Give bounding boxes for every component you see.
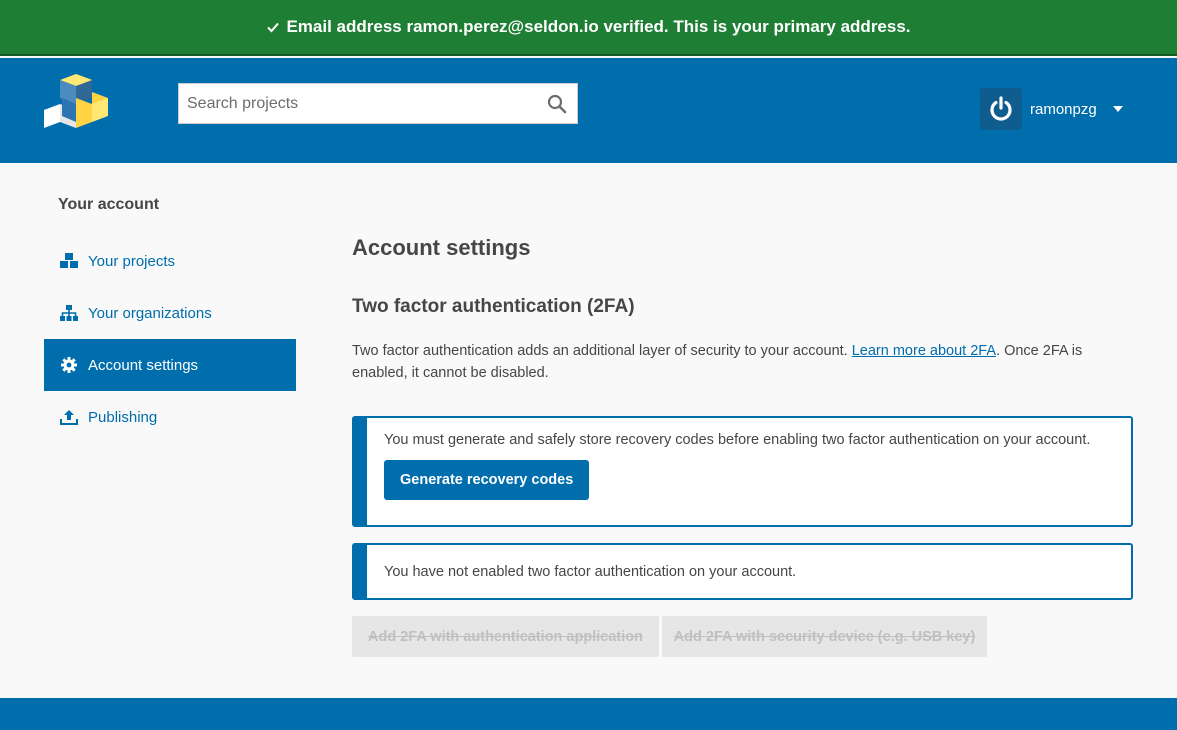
flash-banner: Email address ramon.perez@seldon.io veri… [0, 0, 1177, 56]
callout-text: You have not enabled two factor authenti… [384, 563, 797, 580]
twofa-buttons: Add 2FA with authentication application … [352, 616, 1133, 657]
gear-icon [59, 355, 79, 375]
section-title: Two factor authentication (2FA) [352, 296, 635, 317]
add-2fa-app-button[interactable]: Add 2FA with authentication application [352, 616, 659, 657]
sidebar-title: Your account [58, 196, 160, 213]
main-content: Account settings Two factor authenticati… [352, 230, 1133, 657]
site-header: ramonpzg [0, 58, 1177, 163]
sidebar-item-label: Account settings [88, 356, 199, 374]
sitemap-icon [59, 303, 79, 323]
sidebar-item-projects[interactable]: Your projects [44, 235, 296, 287]
account-sidebar: Your account Your projects Your organiza… [44, 190, 296, 443]
sidebar-item-label: Your projects [88, 252, 175, 270]
page-title: Account settings [352, 235, 531, 260]
upload-icon [59, 407, 79, 427]
sidebar-item-label: Publishing [88, 408, 158, 426]
sidebar-item-publishing[interactable]: Publishing [44, 391, 296, 443]
add-2fa-device-button[interactable]: Add 2FA with security device (e.g. USB k… [662, 616, 987, 657]
user-menu[interactable]: ramonpzg [980, 88, 1123, 130]
username: ramonpzg [1030, 100, 1097, 118]
generate-recovery-codes-button[interactable]: Generate recovery codes [384, 460, 590, 500]
callout-text: You must generate and safely store recov… [384, 432, 1091, 448]
description-text: Two factor authentication adds an additi… [352, 343, 852, 359]
flash-message: Email address ramon.perez@seldon.io veri… [286, 17, 911, 36]
recovery-codes-callout: You must generate and safely store recov… [352, 416, 1133, 527]
search-input[interactable] [179, 84, 537, 123]
sidebar-item-account-settings[interactable]: Account settings [44, 339, 296, 391]
chevron-down-icon [1112, 106, 1123, 112]
power-icon [980, 88, 1022, 130]
twofa-description: Two factor authentication adds an additi… [352, 340, 1133, 384]
sidebar-item-organizations[interactable]: Your organizations [44, 287, 296, 339]
twofa-status-callout: You have not enabled two factor authenti… [352, 543, 1133, 600]
sidebar-item-label: Your organizations [88, 304, 212, 322]
cubes-icon [59, 251, 79, 271]
search-icon[interactable] [537, 84, 577, 124]
pypi-logo[interactable] [42, 72, 110, 132]
search-box [178, 83, 578, 124]
learn-more-link[interactable]: Learn more about 2FA [852, 343, 996, 359]
site-footer [0, 698, 1177, 730]
check-icon [267, 22, 280, 33]
